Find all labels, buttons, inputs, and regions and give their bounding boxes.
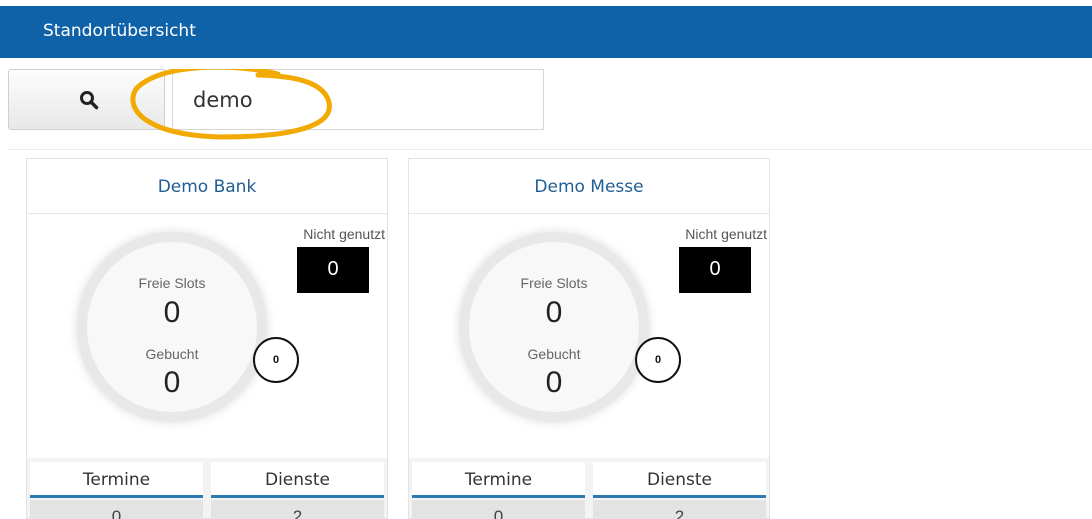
search-icon: [80, 91, 99, 110]
free-slots-label: Freie Slots: [520, 275, 588, 291]
free-slots-label: Freie Slots: [138, 275, 206, 291]
termine-count: 0: [30, 500, 203, 519]
divider: [8, 149, 1092, 150]
booked-value: 0: [545, 366, 563, 399]
search-button[interactable]: [8, 69, 165, 130]
dienste-count: 2: [593, 500, 766, 519]
termine-count: 0: [412, 500, 585, 519]
unused-label: Nicht genutzt: [685, 226, 767, 242]
card-body: Freie Slots 0 Gebucht 0 0 Nicht genutzt …: [409, 214, 769, 458]
location-card: Demo Messe Freie Slots 0 Gebucht 0 0 Nic…: [408, 158, 770, 519]
unused-label: Nicht genutzt: [303, 226, 385, 242]
dienste-count: 2: [211, 500, 384, 519]
tab-termine[interactable]: Termine: [30, 462, 203, 498]
mini-counter: 0: [253, 337, 299, 383]
free-slots-value: 0: [545, 296, 563, 329]
unused-value: 0: [679, 247, 751, 293]
page-title: Standortübersicht: [43, 21, 196, 41]
card-title[interactable]: Demo Messe: [409, 159, 769, 214]
card-title[interactable]: Demo Bank: [27, 159, 387, 214]
unused-value: 0: [297, 247, 369, 293]
tab-dienste[interactable]: Dienste: [593, 462, 766, 498]
booked-value: 0: [163, 366, 181, 399]
search-input[interactable]: [172, 69, 544, 130]
page: Standortübersicht Demo Bank Freie Slots …: [0, 0, 1092, 519]
search-bar: [8, 69, 544, 140]
slots-gauge: Freie Slots 0 Gebucht 0: [77, 232, 267, 422]
location-card: Demo Bank Freie Slots 0 Gebucht 0 0 Nich…: [26, 158, 388, 519]
booked-label: Gebucht: [527, 346, 581, 362]
tab-dienste[interactable]: Dienste: [211, 462, 384, 498]
booked-label: Gebucht: [145, 346, 199, 362]
tab-termine[interactable]: Termine: [412, 462, 585, 498]
free-slots-value: 0: [163, 296, 181, 329]
card-body: Freie Slots 0 Gebucht 0 0 Nicht genutzt …: [27, 214, 387, 458]
slots-gauge: Freie Slots 0 Gebucht 0: [459, 232, 649, 422]
header-bar: Standortübersicht: [0, 6, 1092, 58]
mini-counter: 0: [635, 337, 681, 383]
